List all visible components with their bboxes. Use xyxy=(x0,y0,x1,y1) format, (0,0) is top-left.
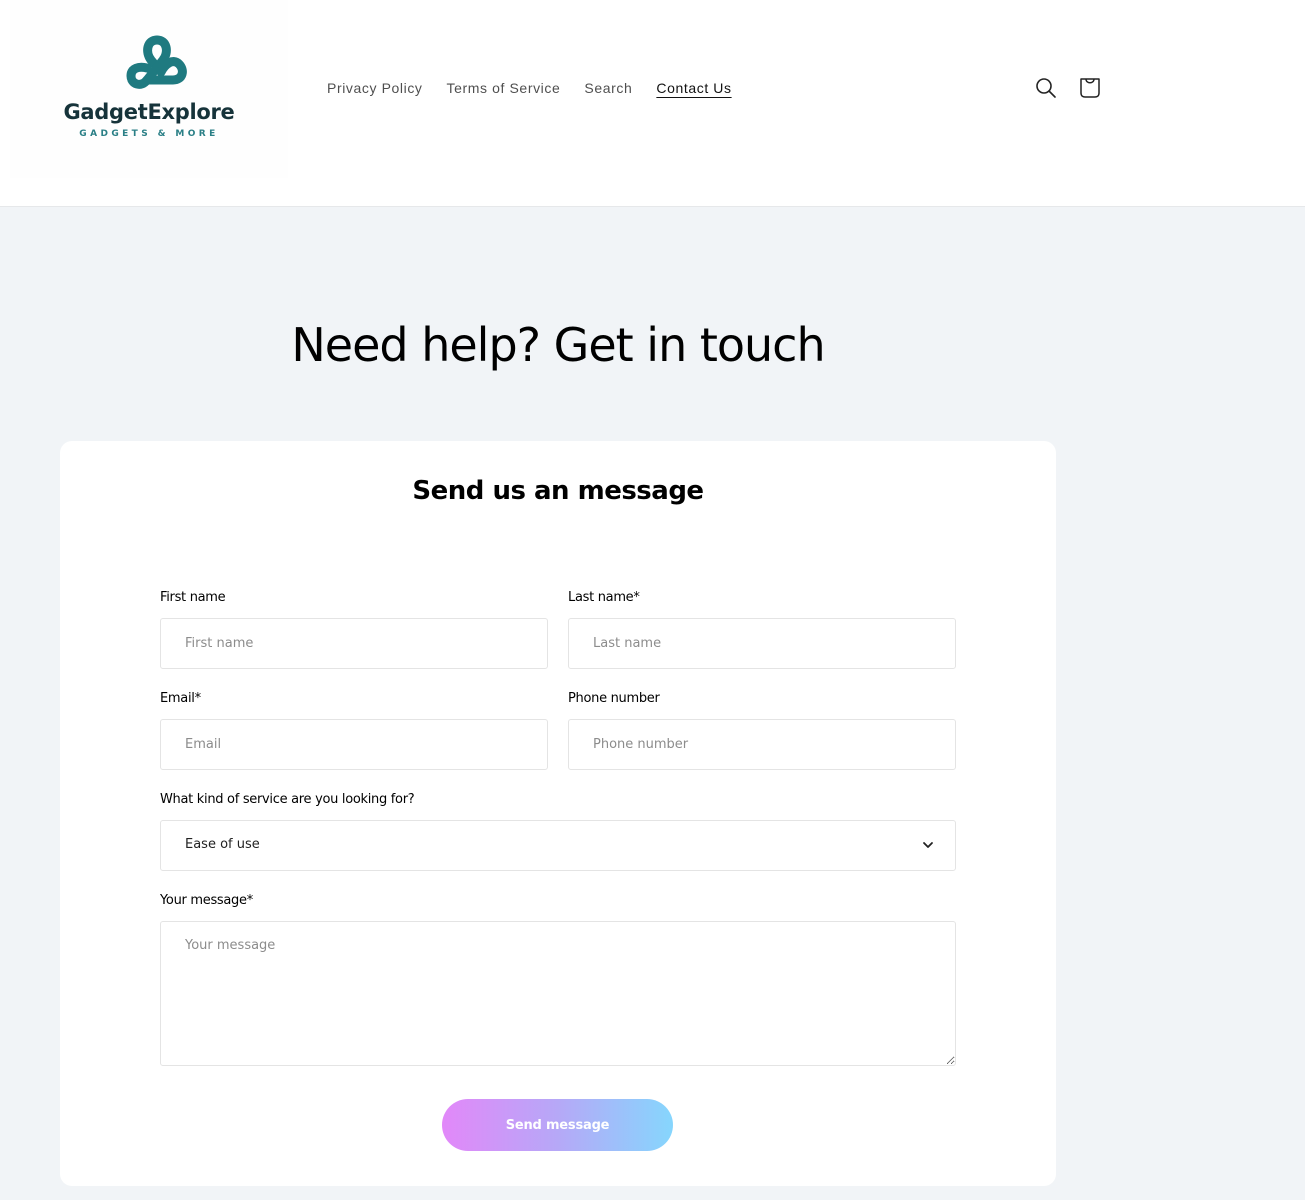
phone-label: Phone number xyxy=(568,691,660,706)
main-nav: Privacy Policy Terms of Service Search C… xyxy=(327,79,756,97)
brand-tagline: GADGETS & MORE xyxy=(79,129,219,139)
message-label: Your message* xyxy=(160,893,253,908)
service-selected-value: Ease of use xyxy=(185,837,260,852)
cart-icon xyxy=(1080,78,1100,98)
search-icon xyxy=(1036,78,1056,98)
brand-name: GadgetExplore xyxy=(63,100,235,124)
brand-logo[interactable]: GadgetExplore GADGETS & MORE xyxy=(10,0,288,178)
send-message-button[interactable]: Send message xyxy=(442,1099,673,1151)
nav-link-terms-of-service[interactable]: Terms of Service xyxy=(447,79,561,97)
page-title: Need help? Get in touch xyxy=(291,318,825,372)
search-button[interactable] xyxy=(1030,72,1062,104)
first-name-label: First name xyxy=(160,590,226,605)
cart-button[interactable] xyxy=(1074,72,1106,104)
phone-input[interactable] xyxy=(568,719,956,770)
service-select[interactable]: Ease of use xyxy=(160,820,956,871)
logo-knot-icon xyxy=(126,35,187,89)
email-input[interactable] xyxy=(160,719,548,770)
nav-link-contact-us[interactable]: Contact Us xyxy=(656,79,731,97)
message-textarea[interactable] xyxy=(160,921,956,1066)
contact-form-card xyxy=(60,441,1056,1186)
form-title: Send us an message xyxy=(412,476,704,506)
last-name-label: Last name* xyxy=(568,590,640,605)
service-label: What kind of service are you looking for… xyxy=(160,792,415,807)
first-name-input[interactable] xyxy=(160,618,548,669)
nav-link-privacy-policy[interactable]: Privacy Policy xyxy=(327,79,423,97)
chevron-down-icon xyxy=(923,842,933,848)
last-name-input[interactable] xyxy=(568,618,956,669)
email-label: Email* xyxy=(160,691,201,706)
site-header: GadgetExplore GADGETS & MORE Privacy Pol… xyxy=(0,0,1305,207)
nav-link-search[interactable]: Search xyxy=(584,79,632,97)
